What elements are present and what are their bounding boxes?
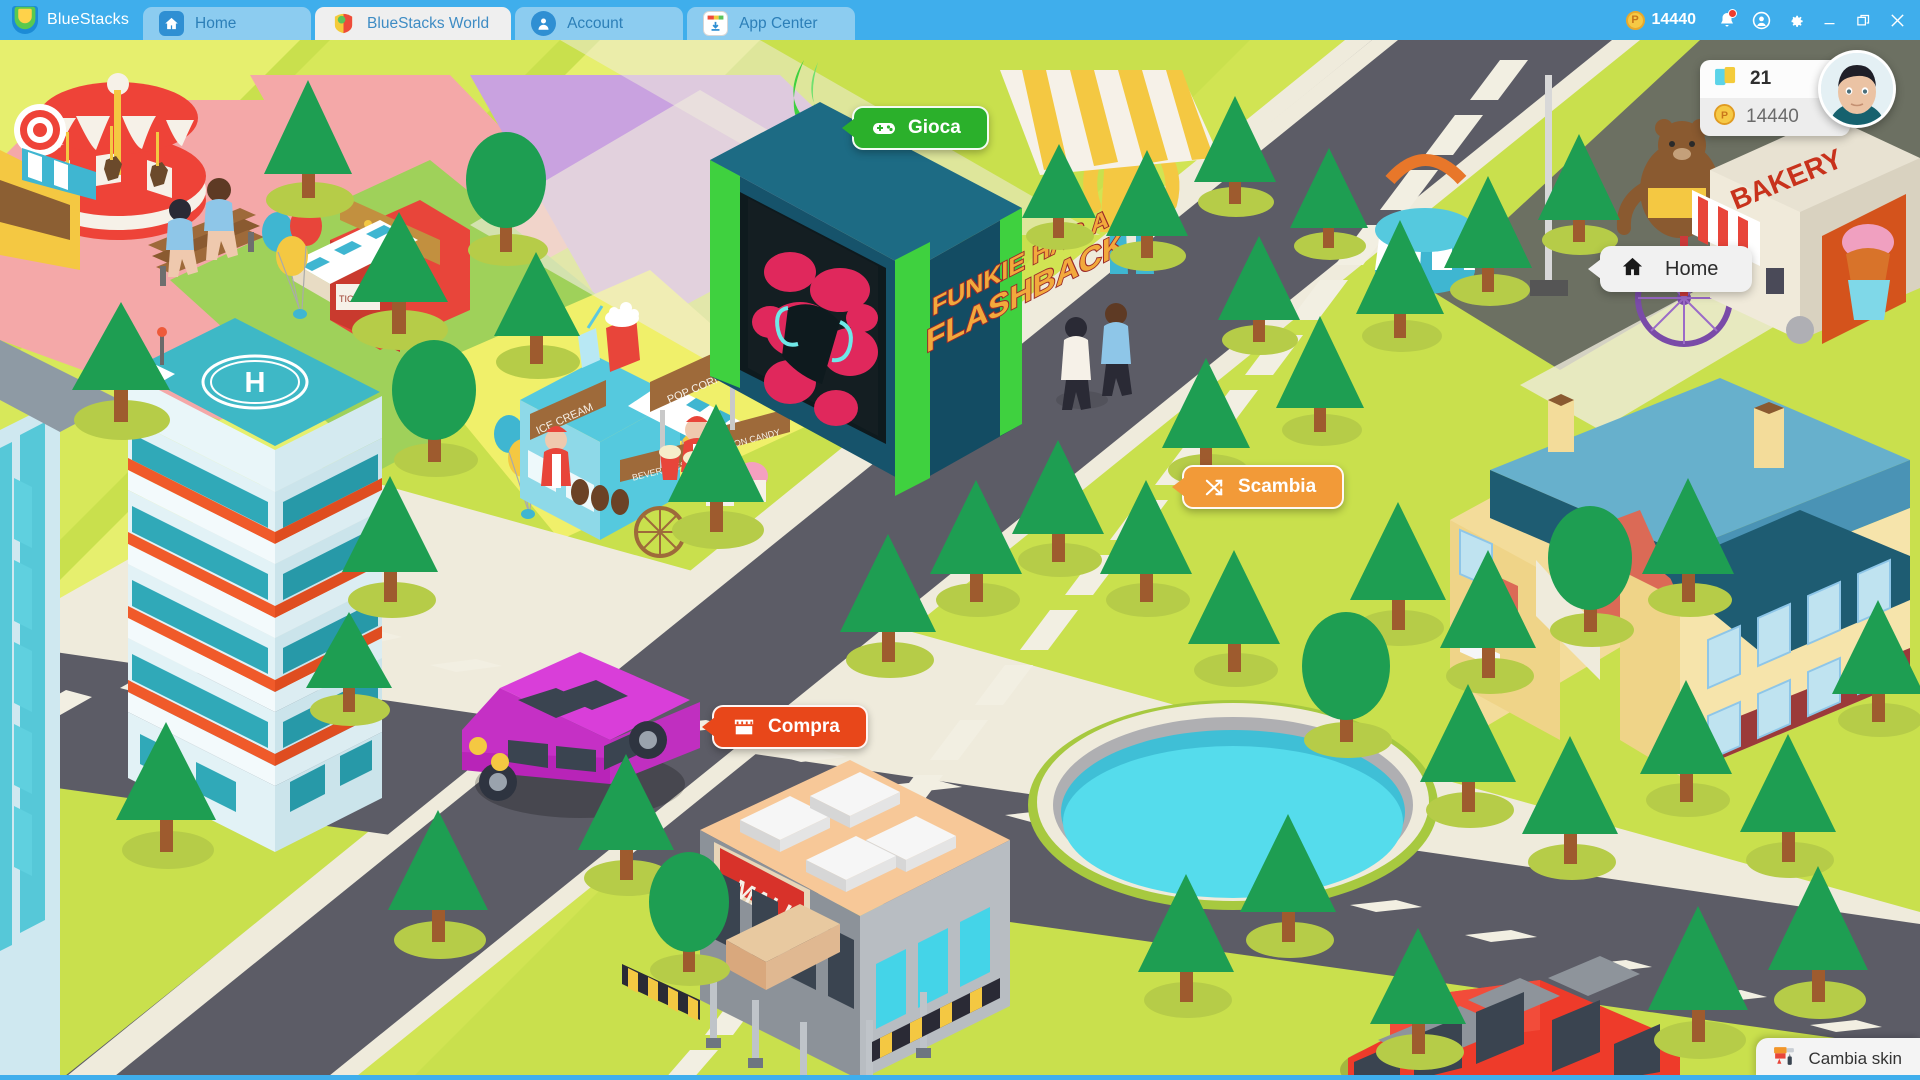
trade-button[interactable]: Scambia — [1172, 465, 1345, 509]
gamepad-icon — [872, 116, 896, 140]
account-icon — [531, 11, 557, 36]
tickets-icon — [1714, 66, 1739, 92]
close-icon[interactable] — [1880, 0, 1914, 40]
points-coin-icon: P — [1625, 10, 1645, 30]
svg-text:H: H — [245, 367, 266, 399]
brand-area: BlueStacks — [0, 0, 143, 40]
app-center-icon — [703, 11, 729, 36]
home-button[interactable]: Home — [1588, 246, 1753, 292]
tab-app-center[interactable]: App Center — [687, 7, 856, 40]
window-controls: P 14440 — [1625, 0, 1920, 40]
callout-tail — [842, 118, 855, 138]
paint-roller-icon — [1772, 1044, 1797, 1074]
callout-tail — [1588, 259, 1601, 279]
title-bar: BlueStacks Home BlueStacks World Account — [0, 0, 1920, 40]
restore-icon[interactable] — [1846, 0, 1880, 40]
storefront-icon — [732, 715, 756, 739]
minimize-icon[interactable] — [1812, 0, 1846, 40]
titlebar-coin-value: 14440 — [1651, 11, 1697, 28]
exchange-arrows-icon — [1202, 475, 1226, 499]
callout-tail — [702, 717, 715, 737]
titlebar-coin-counter[interactable]: P 14440 — [1625, 10, 1697, 30]
bottom-status-strip — [0, 1075, 1920, 1080]
bell-icon[interactable] — [1710, 0, 1744, 40]
hud-coin-value: 14440 — [1746, 106, 1799, 127]
home-icon — [1620, 255, 1645, 284]
play-button-label: Gioca — [908, 117, 961, 138]
tab-account[interactable]: Account — [515, 7, 684, 40]
player-avatar[interactable] — [1818, 50, 1896, 128]
bluestacks-logo-icon — [12, 6, 38, 34]
tab-account-label: Account — [567, 14, 624, 32]
play-button[interactable]: Gioca — [842, 106, 989, 150]
callout-tail — [1172, 477, 1185, 497]
tab-bluestacks-world[interactable]: BlueStacks World — [315, 7, 512, 40]
tab-bluestacks-world-label: BlueStacks World — [367, 14, 490, 32]
home-button-label: Home — [1665, 257, 1719, 280]
change-skin-label: Cambia skin — [1808, 1049, 1902, 1068]
ticket-count: 21 — [1750, 68, 1772, 89]
game-viewport[interactable]: H ICE CREAM BEVERAGES COTTON CANDY POP C… — [0, 40, 1920, 1080]
brand-name: BlueStacks — [47, 11, 130, 28]
notification-badge — [1728, 9, 1737, 18]
left-apartment-building — [14, 478, 32, 876]
isometric-city-scene[interactable]: H ICE CREAM BEVERAGES COTTON CANDY POP C… — [0, 40, 1920, 1080]
svg-text:P: P — [1721, 109, 1728, 121]
user-circle-icon[interactable] — [1744, 0, 1778, 40]
tab-app-center-label: App Center — [739, 14, 818, 32]
player-hud: 21 P 14440 — [1700, 50, 1896, 136]
gear-icon[interactable] — [1778, 0, 1812, 40]
buy-button[interactable]: Compra — [702, 705, 868, 749]
tab-home[interactable]: Home — [143, 7, 312, 40]
points-coin-icon: P — [1714, 104, 1735, 130]
trade-button-label: Scambia — [1238, 476, 1317, 497]
change-skin-button[interactable]: Cambia skin — [1756, 1038, 1920, 1080]
tab-home-label: Home — [195, 14, 237, 32]
home-icon — [159, 11, 185, 36]
bluestacks-world-icon — [331, 11, 356, 36]
buy-button-label: Compra — [768, 716, 840, 737]
